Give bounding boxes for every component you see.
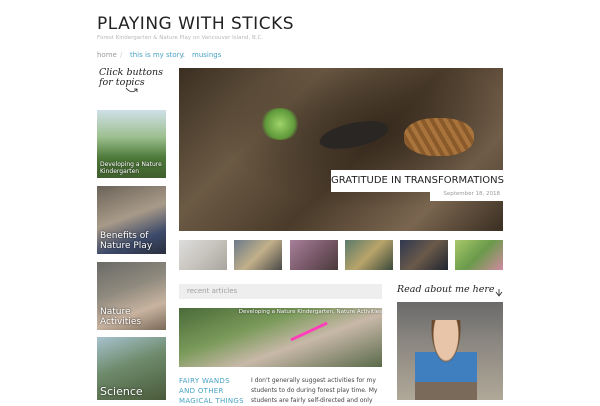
arrow-down-icon: [495, 289, 503, 297]
fairy-wand: [290, 321, 328, 342]
nav-musings-link[interactable]: musings: [192, 51, 221, 59]
hero-image[interactable]: [179, 68, 503, 231]
topic-tile-science[interactable]: Science: [97, 337, 166, 400]
sidebar-note: Click buttons for topics: [99, 67, 171, 93]
post-thumbnail[interactable]: [179, 240, 227, 270]
site-title[interactable]: PLAYING WITH STICKS: [97, 14, 294, 34]
topic-tile-label: Benefits of Nature Play: [100, 231, 153, 251]
topic-tile-nature-kindergarten[interactable]: Developing a Nature Kindergarten: [97, 110, 166, 178]
article-excerpt: I don't generally suggest activities for…: [251, 377, 378, 404]
topic-tile-label: Developing a Nature Kindergarten: [100, 161, 162, 175]
topic-tile-label: Nature Activities: [100, 307, 142, 327]
hero-plant: [259, 108, 301, 140]
arrow-down-icon: [125, 87, 138, 93]
hero-salamander: [317, 115, 391, 155]
article-image[interactable]: [179, 308, 382, 367]
hero-pine-cone: [404, 118, 474, 156]
about-me-note-text: Read about me here: [397, 284, 495, 295]
nav-separator: /: [120, 51, 123, 59]
article-image-caption: Developing a Nature Kindergarten, Nature…: [238, 309, 382, 315]
site-tagline: Forest Kindergarten & Nature Play on Van…: [97, 35, 264, 41]
post-thumbnail[interactable]: [234, 240, 282, 270]
post-thumbnail[interactable]: [345, 240, 393, 270]
topic-tile-benefits[interactable]: Benefits of Nature Play: [97, 186, 166, 254]
nav-story-link[interactable]: this is my story.: [130, 51, 185, 59]
recent-articles-heading: recent articles: [187, 287, 238, 295]
sidebar-note-text: Click buttons for topics: [99, 67, 163, 88]
nav-home-link[interactable]: home: [97, 51, 117, 59]
about-me-note: Read about me here: [397, 284, 503, 297]
child-figure: [415, 320, 477, 400]
nav-separator: /: [182, 51, 185, 59]
post-thumbnail[interactable]: [290, 240, 338, 270]
about-me-photo[interactable]: [397, 302, 503, 400]
topic-tile-activities[interactable]: Nature Activities: [97, 262, 166, 330]
post-thumbnail[interactable]: [400, 240, 448, 270]
post-thumbnail[interactable]: [455, 240, 503, 270]
article-title-link[interactable]: FAIRY WANDS AND OTHER MAGICAL THINGS: [179, 376, 245, 406]
topic-tile-label: Science: [100, 385, 143, 398]
hero-date: September 18, 2018: [430, 191, 503, 201]
hero-caption-link[interactable]: GRATITUDE IN TRANSFORMATIONS: [331, 170, 504, 192]
